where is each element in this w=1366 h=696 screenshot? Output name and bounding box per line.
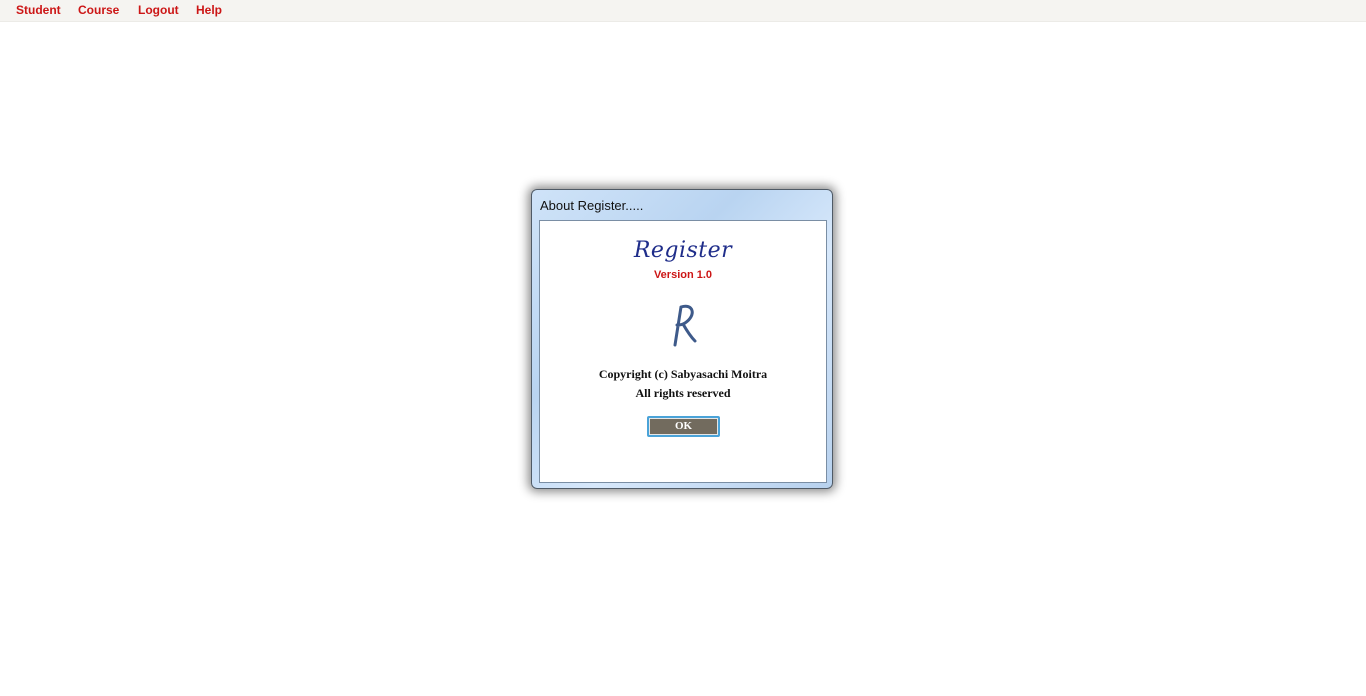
about-dialog: About Register..... Register Version 1.0…: [531, 189, 833, 489]
menu-logout[interactable]: Logout: [138, 3, 179, 17]
ok-button[interactable]: OK: [647, 416, 720, 437]
menu-course[interactable]: Course: [78, 3, 119, 17]
copyright-text: Copyright (c) Sabyasachi Moitra: [598, 367, 768, 381]
menu-student[interactable]: Student: [16, 3, 61, 17]
app-version: Version 1.0: [653, 269, 713, 281]
dialog-body: Register Version 1.0 Copyright (c) Sabya…: [539, 220, 827, 483]
rights-text: All rights reserved: [635, 386, 731, 400]
register-logo-icon: [673, 304, 697, 347]
app-name: Register: [633, 238, 733, 263]
menu-bar: Student Course Logout Help: [0, 0, 1366, 22]
dialog-title: About Register.....: [540, 198, 644, 213]
menu-help[interactable]: Help: [196, 3, 222, 17]
